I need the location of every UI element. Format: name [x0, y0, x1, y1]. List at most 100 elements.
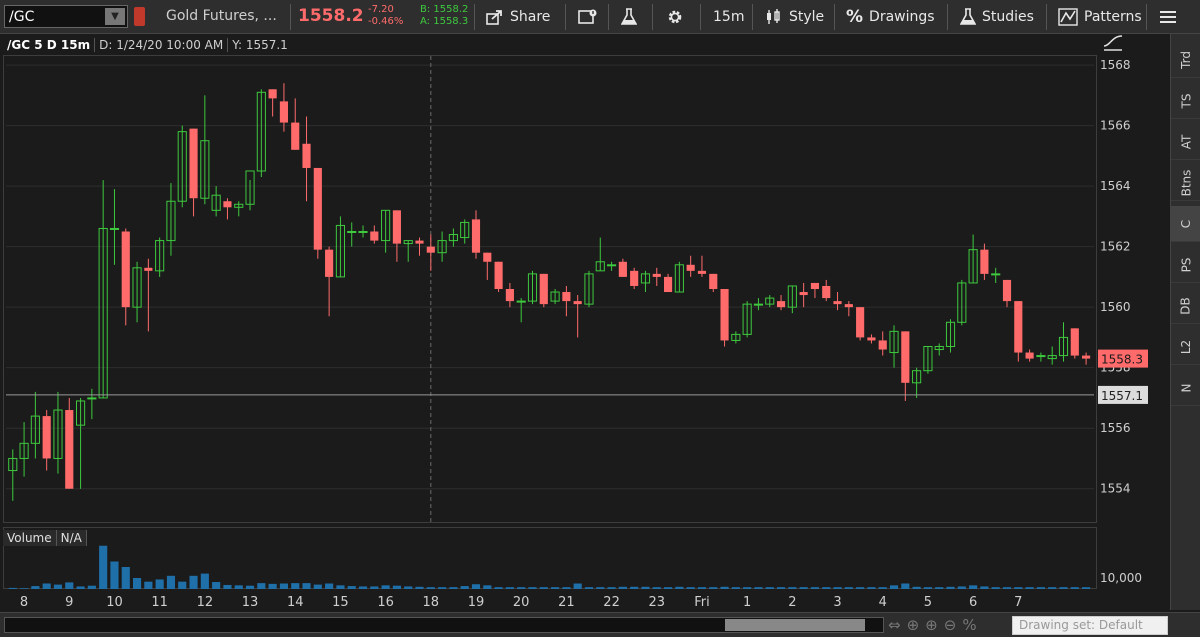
volume-bar	[110, 561, 119, 589]
volume-bar	[618, 586, 627, 589]
x-tick-label: 7	[1014, 595, 1022, 610]
candle-body-down	[799, 292, 808, 296]
side-tab-label: Trd	[1179, 50, 1193, 69]
volume-bar	[980, 586, 989, 589]
candle-body-down	[1082, 355, 1091, 359]
x-tick-label: Fri	[694, 595, 710, 610]
zoom-out-icon[interactable]: ⊖	[944, 616, 957, 634]
volume-bar	[901, 583, 910, 589]
candle-body-down	[901, 331, 910, 383]
x-tick-label: 10	[106, 595, 123, 610]
y-tick-label: 1556	[1100, 421, 1131, 435]
candle-body-down	[42, 416, 51, 459]
zoom-controls: ⇔ ⊕ ⊕ ⊖ %	[888, 616, 977, 634]
volume-bar	[20, 588, 29, 589]
volume-bar	[426, 587, 435, 589]
volume-bar	[1036, 587, 1045, 589]
volume-bar	[155, 579, 164, 589]
candle-body-down	[844, 304, 853, 308]
volume-bar	[1082, 587, 1091, 589]
price-chart[interactable]: 1554 1556 15 5 8 1560 1562 1564 1566 1568 1557.1 15…	[0, 0, 1170, 612]
x-tick-label: 9	[65, 595, 73, 610]
volume-bar	[697, 587, 707, 589]
volume-bar	[279, 583, 288, 589]
side-tab-btns[interactable]: Btns	[1171, 165, 1200, 201]
side-tab-label: L2	[1178, 339, 1193, 354]
candle-body-up	[347, 231, 357, 234]
volume-bar	[234, 585, 243, 589]
x-tick-label: 15	[332, 595, 349, 610]
x-tick-label: 6	[969, 595, 977, 610]
side-tab-n[interactable]: N	[1171, 370, 1200, 406]
scrollbar-thumb[interactable]	[725, 619, 865, 631]
zoom-in-icon[interactable]: ⊕	[925, 616, 938, 634]
y-tick-label: 1566	[1100, 119, 1131, 133]
side-tab-label: PS	[1178, 257, 1193, 272]
percent-icon[interactable]: %	[962, 616, 976, 634]
bottom-bar: ⇔ ⊕ ⊕ ⊖ % Drawing set: Default	[0, 612, 1200, 637]
side-tab-c[interactable]: C	[1171, 206, 1200, 242]
time-scrollbar[interactable]	[4, 617, 884, 633]
volume-bar	[1014, 587, 1023, 589]
candle-body-down	[652, 273, 661, 277]
x-tick-label: 19	[468, 595, 485, 610]
price-scale-icon[interactable]	[1103, 35, 1123, 51]
x-tick-label: 3	[833, 595, 841, 610]
volume-bar	[686, 587, 695, 589]
volume-bar	[1059, 587, 1068, 589]
side-tab-label: Btns	[1178, 169, 1193, 196]
side-tab-l2[interactable]: L2	[1171, 329, 1200, 365]
volume-bar	[788, 587, 797, 589]
x-tick-label: 5	[924, 595, 932, 610]
volume-bar	[1070, 587, 1079, 589]
volume-bar	[663, 587, 673, 589]
volume-bar	[878, 587, 887, 589]
side-tab-ps[interactable]: PS	[1171, 247, 1200, 283]
candle-body-down	[833, 301, 842, 305]
volume-bar	[1048, 587, 1057, 589]
pan-icon[interactable]: ⇔	[888, 616, 901, 634]
candle-body-down	[709, 273, 718, 289]
x-tick-label: 16	[377, 595, 394, 610]
candle-body-down	[822, 285, 831, 299]
x-tick-label: 12	[197, 595, 214, 610]
volume-bar	[844, 587, 853, 589]
x-tick-label: 13	[242, 595, 259, 610]
volume-bar	[8, 587, 17, 589]
drawing-set-selector[interactable]: Drawing set: Default	[1012, 616, 1168, 635]
volume-bar	[31, 586, 40, 589]
volume-bar	[505, 587, 514, 589]
volume-bar	[720, 586, 729, 589]
x-tick-label: 18	[423, 595, 440, 610]
candle-body-down	[663, 276, 673, 293]
volume-bar	[212, 582, 221, 589]
volume-bar	[223, 584, 232, 589]
x-tick-label: 8	[20, 595, 28, 610]
volume-bar	[822, 587, 831, 589]
volume-bar	[562, 587, 571, 589]
candle-body-down	[1070, 328, 1079, 356]
volume-bar	[121, 567, 130, 589]
y-tick-label: 1564	[1100, 179, 1131, 193]
candle-body-down	[370, 231, 379, 241]
y-tick-label: 1560	[1100, 300, 1131, 314]
volume-bar	[991, 587, 1000, 589]
side-tab-trd[interactable]: Trd	[1171, 42, 1200, 78]
side-tab-at[interactable]: AT	[1171, 124, 1200, 160]
candle-body-down	[313, 167, 322, 250]
candle-body-down	[1002, 279, 1012, 302]
volume-bar	[573, 583, 582, 589]
crosshair-icon[interactable]: ⊕	[907, 616, 920, 634]
volume-bar	[912, 586, 921, 589]
side-tab-ts[interactable]: TS	[1171, 83, 1200, 119]
candle-body-down	[697, 270, 707, 274]
volume-bar	[347, 586, 356, 589]
volume-bar	[53, 584, 63, 589]
volume-bar	[1002, 587, 1012, 589]
volume-bar	[87, 585, 96, 589]
side-tab-db[interactable]: DB	[1171, 288, 1200, 324]
volume-bar	[99, 545, 108, 589]
x-tick-label: 23	[648, 595, 665, 610]
volume-bar	[268, 583, 277, 589]
volume-bar	[189, 575, 198, 589]
